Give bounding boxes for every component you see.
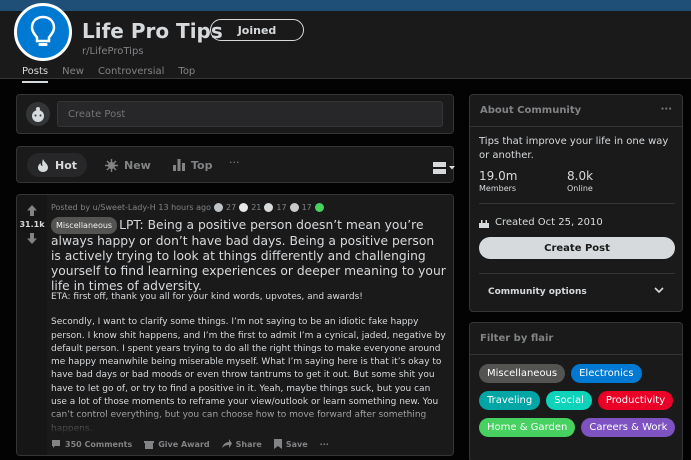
flair-header: Filter by flair <box>470 323 682 355</box>
cake-icon <box>479 219 489 228</box>
gift-icon <box>144 441 155 449</box>
bar-chart-icon <box>173 159 185 171</box>
comments-button[interactable]: 350 Comments <box>51 439 132 449</box>
members-count: 19.0m <box>479 169 518 183</box>
create-post-input[interactable] <box>57 101 443 127</box>
award-count: 27 <box>226 203 237 212</box>
vote-column: 31.1k <box>17 195 47 455</box>
tab-top[interactable]: Top <box>178 66 195 83</box>
tab-posts[interactable]: Posts <box>22 66 49 83</box>
create-post-button[interactable]: Create Post <box>479 237 675 259</box>
snoo-icon <box>32 107 44 122</box>
award-icon <box>264 203 274 212</box>
flair-filter-chip[interactable]: Productivity <box>597 391 674 410</box>
joined-button[interactable]: Joined <box>210 19 304 41</box>
sort-top-label: Top <box>191 158 213 172</box>
flair-filter-chip[interactable]: Electronics <box>571 364 642 383</box>
subreddit-logo[interactable] <box>14 3 72 61</box>
share-icon <box>221 439 232 448</box>
sort-hot-label: Hot <box>55 158 78 172</box>
save-button[interactable]: Save <box>273 439 308 449</box>
sparkle-icon <box>105 158 118 172</box>
post-fade <box>47 405 453 435</box>
sort-more-button[interactable]: ··· <box>229 156 240 169</box>
post-title[interactable]: Miscellaneous LPT: Being a positive perso… <box>51 217 447 294</box>
community-options-toggle[interactable]: Community options <box>488 287 587 297</box>
sort-new-label: New <box>124 158 151 172</box>
created-date: Created Oct 25, 2010 <box>479 217 603 228</box>
tab-controversial[interactable]: Controversial <box>98 66 164 83</box>
flair-heading: Filter by flair <box>480 333 554 344</box>
subreddit-tabs: Posts New Controversial Top <box>22 66 209 83</box>
flair-filter-chip[interactable]: Traveling <box>479 391 541 410</box>
give-award-button[interactable]: Give Award <box>144 439 210 449</box>
post-author-time[interactable]: Posted by u/Sweet-Lady-H 13 hours ago <box>51 203 211 212</box>
sort-top-button[interactable]: Top <box>163 153 222 177</box>
upvote-icon[interactable] <box>27 205 37 216</box>
about-more-button[interactable]: ··· <box>661 104 672 115</box>
avatar[interactable] <box>26 102 50 126</box>
comments-label: 350 Comments <box>65 439 133 449</box>
divider <box>479 203 675 204</box>
post-paragraph: ETA: first off, thank you all for your k… <box>51 292 363 302</box>
created-text: Created Oct 25, 2010 <box>495 217 603 228</box>
lightbulb-icon <box>30 15 56 46</box>
online-stat: 8.0k Online <box>567 169 593 193</box>
flair-filter-chip[interactable]: Home & Garden <box>479 418 576 437</box>
award-icon <box>314 203 324 212</box>
subreddit-header: Life Pro Tips Joined r/LifeProTips Posts… <box>0 3 691 83</box>
award-icon <box>214 203 223 212</box>
tab-new[interactable]: New <box>62 66 84 83</box>
about-header: About Community ··· <box>470 95 682 127</box>
award-count: 17 <box>301 203 312 212</box>
online-label: Online <box>567 184 593 193</box>
award-count: 17 <box>276 203 287 212</box>
post-actions: 350 Comments Give Award Share Save ··· <box>51 439 329 449</box>
award-icon <box>289 203 299 212</box>
post-meta: Posted by u/Sweet-Lady-H 13 hours ago 27… <box>51 203 324 212</box>
share-label: Share <box>235 439 262 449</box>
share-button[interactable]: Share <box>221 439 262 449</box>
members-label: Members <box>479 184 517 193</box>
post-card[interactable]: 31.1k Posted by u/Sweet-Lady-H 13 hours … <box>16 194 454 456</box>
filter-by-flair-card: Filter by flair Miscellaneous Electronics… <box>469 322 683 460</box>
bookmark-icon <box>273 439 282 449</box>
create-post-card <box>16 94 454 134</box>
post-flair[interactable]: Miscellaneous <box>51 217 118 234</box>
flame-icon <box>38 158 48 172</box>
about-description: Tips that improve your life in one way o… <box>479 136 669 161</box>
about-heading: About Community <box>480 105 582 116</box>
subreddit-title: Life Pro Tips <box>82 19 223 43</box>
comment-icon <box>52 440 60 448</box>
subreddit-name: r/LifeProTips <box>82 46 144 57</box>
sort-new-button[interactable]: New <box>95 153 161 177</box>
flair-filter-chip[interactable]: Social <box>546 391 592 410</box>
view-switch-button[interactable] <box>433 159 455 174</box>
online-count: 8.0k <box>567 169 594 183</box>
give-award-label: Give Award <box>158 439 210 449</box>
downvote-icon[interactable] <box>27 233 37 244</box>
award-count: 21 <box>251 203 262 212</box>
subreddit-banner <box>0 0 691 11</box>
card-view-icon <box>433 162 455 174</box>
post-more-button[interactable]: ··· <box>320 439 329 449</box>
sort-hot-button[interactable]: Hot <box>27 153 88 177</box>
flair-filter-chip[interactable]: Careers & Work <box>581 418 676 437</box>
save-label: Save <box>285 439 308 449</box>
flair-filter-chip[interactable]: Miscellaneous <box>479 364 566 383</box>
sort-bar: Hot New Top ··· <box>16 146 455 183</box>
vote-count: 31.1k <box>19 220 45 229</box>
divider <box>479 273 675 274</box>
about-community-card: About Community ··· Tips that improve yo… <box>469 94 683 312</box>
award-icon <box>239 203 249 212</box>
chevron-down-icon[interactable] <box>654 287 664 294</box>
members-stat: 19.0m Members <box>479 169 517 193</box>
flair-list: Miscellaneous Electronics Traveling Social P… <box>479 364 679 437</box>
